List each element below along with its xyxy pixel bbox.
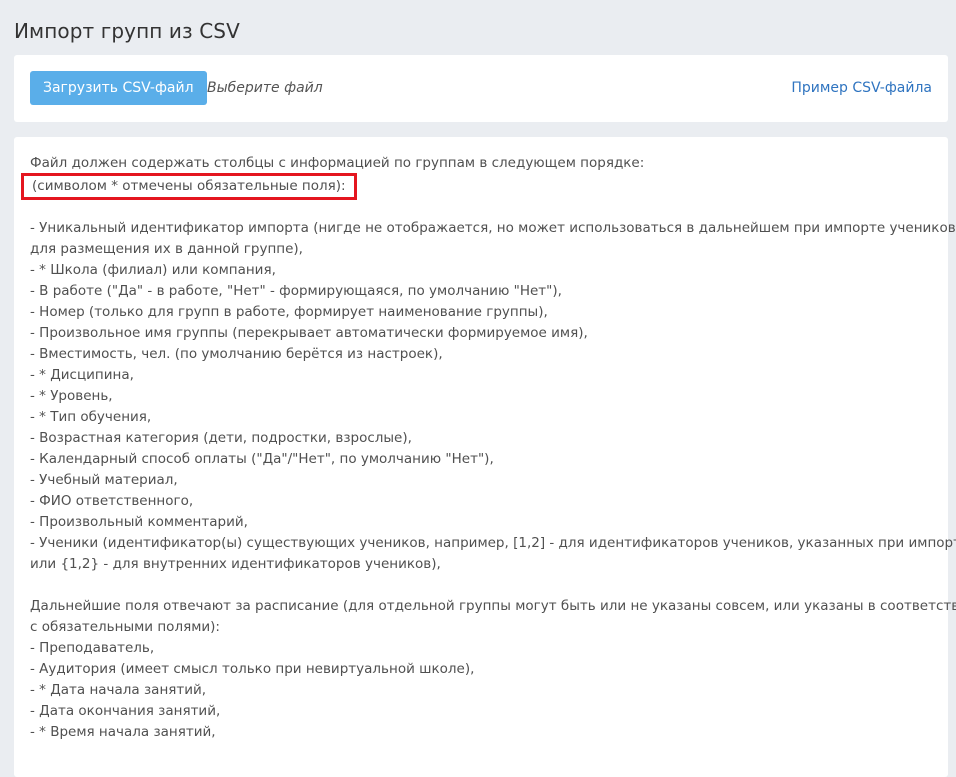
upload-panel: Загрузить CSV-файл Выберите файл Пример … — [14, 55, 948, 122]
field-item: - * Школа (филиал) или компания, — [30, 262, 276, 278]
upload-csv-button[interactable]: Загрузить CSV-файл — [30, 71, 207, 105]
field-item: - Учебный материал, — [30, 472, 178, 488]
field-item: - В работе ("Да" - в работе, "Нет" - фор… — [30, 283, 562, 299]
field-item: - Уникальный идентификатор импорта (нигд… — [30, 220, 956, 236]
field-item: - Календарный способ оплаты ("Да"/"Нет",… — [30, 451, 494, 467]
info-panel: Файл должен содержать столбцы с информац… — [14, 137, 956, 777]
field-item: - Произвольный комментарий, — [30, 514, 248, 530]
field-item: - Ученики (идентификатор(ы) существующих… — [30, 535, 956, 551]
field-item: - Вместимость, чел. (по умолчанию берётс… — [30, 346, 443, 362]
field-item: - * Уровень, — [30, 388, 113, 404]
schedule-field-item: - Дата окончания занятий, — [30, 703, 221, 719]
field-item: - * Дисципина, — [30, 367, 134, 383]
info-content: Файл должен содержать столбцы с информац… — [21, 153, 956, 743]
schedule-intro-text: с обязательными полями): — [30, 619, 220, 635]
field-item: - Возрастная категория (дети, подростки,… — [30, 430, 412, 446]
file-status-text: Выберите файл — [207, 80, 323, 96]
schedule-field-item: - * Дата начала занятий, — [30, 682, 207, 698]
field-item: для размещения их в данной группе), — [30, 241, 303, 257]
field-item: - ФИО ответственного, — [30, 493, 194, 509]
field-item: - Номер (только для групп в работе, форм… — [30, 304, 548, 320]
required-note-highlight: (символом * отмечены обязательные поля): — [21, 173, 357, 200]
field-item: или {1,2} - для внутренних идентификатор… — [30, 556, 441, 572]
required-note-row: (символом * отмечены обязательные поля): — [21, 173, 934, 200]
schedule-field-item: - Преподаватель, — [30, 640, 155, 656]
schedule-field-item: - Аудитория (имеет смысл только при неви… — [30, 661, 475, 677]
intro-text: Файл должен содержать столбцы с информац… — [30, 155, 645, 171]
schedule-field-item: - * Время начала занятий, — [30, 724, 216, 740]
example-csv-link[interactable]: Пример CSV-файла — [791, 80, 932, 96]
schedule-intro-text: Дальнейшие поля отвечают за расписание (… — [30, 598, 956, 614]
field-item: - * Тип обучения, — [30, 409, 152, 425]
field-item: - Произвольное имя группы (перекрывает а… — [30, 325, 588, 341]
page-title: Импорт групп из CSV — [14, 19, 240, 43]
